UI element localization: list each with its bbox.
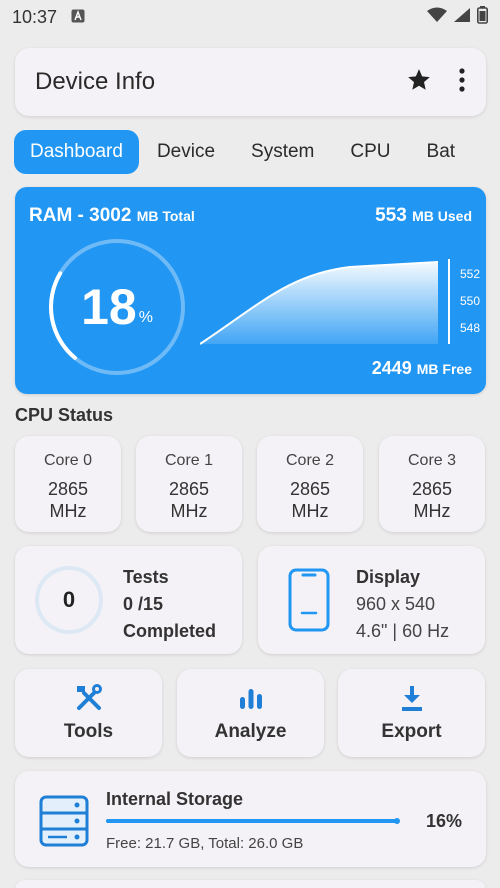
status-time: 10:37 (12, 6, 58, 27)
ram-used: 553 MB Used (375, 205, 472, 226)
tools-label: Tools (63, 721, 114, 742)
core-name: Core 1 (164, 452, 214, 469)
phone-icon (288, 568, 330, 637)
tab-bar: Dashboard Device System CPU Bat (14, 130, 500, 174)
core-name: Core 2 (285, 452, 335, 469)
storage-title: Internal Storage (106, 789, 244, 809)
tab-battery[interactable]: Bat (409, 130, 474, 174)
analyze-button[interactable]: Analyze (177, 669, 324, 757)
export-button[interactable]: Export (338, 669, 485, 757)
export-label: Export (381, 721, 442, 742)
status-bar: 10:37 (0, 0, 500, 34)
core-frequency: 2865 MHz (289, 479, 331, 521)
storage-drive-icon (37, 793, 91, 854)
wifi-icon (427, 7, 447, 28)
bar-chart-icon (177, 683, 324, 713)
storage-percent: 16% (425, 811, 462, 831)
tools-icon (15, 683, 162, 713)
tab-cpu[interactable]: CPU (332, 130, 408, 174)
battery-icon (477, 5, 488, 29)
tests-card[interactable]: 0 Tests 0 /15 Completed (15, 546, 242, 654)
signal-icon (453, 7, 471, 28)
core-frequency: 2865 MHz (168, 479, 210, 521)
display-summary: Display 960 x 540 4.6" | 60 Hz (356, 567, 450, 641)
tab-dashboard[interactable]: Dashboard (14, 130, 139, 174)
download-icon (338, 683, 485, 713)
display-card[interactable]: Display 960 x 540 4.6" | 60 Hz (258, 546, 485, 654)
storage-progress-bar (106, 818, 400, 824)
axis-tick: 552 (460, 267, 481, 281)
page-title: Device Info (35, 68, 156, 95)
core-card[interactable]: Core 2 2865 MHz (257, 436, 363, 532)
ram-usage-gauge: 18 % (47, 237, 187, 377)
ram-card[interactable]: RAM - 3002 MB Total 553 MB Used 18 % 552… (15, 187, 486, 394)
storage-progress-end (394, 818, 400, 824)
storage-details: Free: 21.7 GB, Total: 26.0 GB (106, 835, 304, 852)
notification-icon (71, 7, 85, 28)
internal-storage-card[interactable]: Internal Storage 16% Free: 21.7 GB, Tota… (15, 771, 486, 867)
more-options-icon[interactable] (458, 67, 466, 97)
core-frequency: 2865 MHz (47, 479, 89, 521)
storage-progress-fill (106, 819, 398, 823)
star-icon[interactable] (406, 67, 432, 98)
axis-tick: 550 (460, 294, 481, 308)
core-name: Core 0 (43, 452, 93, 469)
tests-count-circle: 0 (35, 566, 103, 634)
app-bar: Device Info (15, 48, 486, 116)
ram-total: RAM - 3002 MB Total (29, 205, 195, 226)
cpu-status-title: CPU Status (15, 405, 114, 425)
ram-free: 2449 MB Free (371, 358, 472, 378)
tab-system[interactable]: System (233, 130, 332, 174)
core-card[interactable]: Core 3 2865 MHz (379, 436, 485, 532)
tests-summary: Tests 0 /15 Completed (123, 567, 217, 641)
core-frequency: 2865 MHz (411, 479, 453, 521)
next-card-peek (15, 880, 486, 888)
core-card[interactable]: Core 0 2865 MHz (15, 436, 121, 532)
analyze-label: Analyze (214, 721, 287, 742)
tab-device[interactable]: Device (139, 130, 233, 174)
tools-button[interactable]: Tools (15, 669, 162, 757)
axis-tick: 548 (460, 321, 481, 335)
core-name: Core 3 (407, 452, 457, 469)
ram-usage-graph (200, 259, 450, 345)
core-card[interactable]: Core 1 2865 MHz (136, 436, 242, 532)
